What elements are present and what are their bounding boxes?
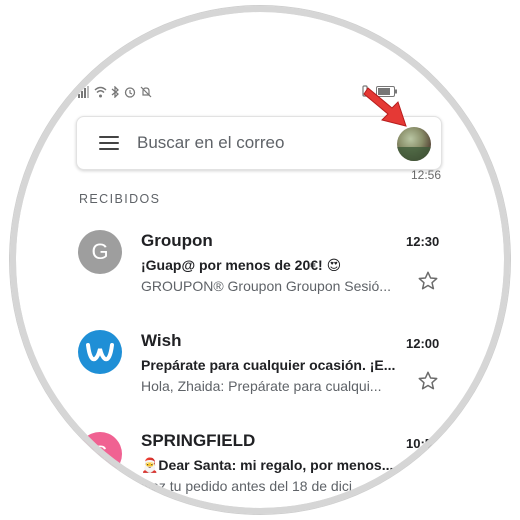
email-sender: Wish — [141, 331, 182, 350]
email-subject: ¡Guap@ por menos de 20€! 😍 — [141, 257, 342, 273]
status-time: 12:56 — [411, 168, 442, 182]
email-time: 12:00 — [406, 336, 440, 351]
email-row[interactable]: Wish 12:00 Prepárate para cualquier ocas… — [10, 328, 510, 428]
mute-icon — [140, 86, 152, 98]
section-label: RECIBIDOS — [79, 192, 161, 206]
sender-avatar[interactable]: S — [78, 432, 122, 476]
sender-avatar[interactable]: G — [78, 230, 122, 274]
menu-icon[interactable] — [99, 136, 119, 150]
email-time: 10:5 — [406, 436, 433, 451]
zoom-lens: 12:56 Buscar en el correo RECIBIDOS G Gr… — [10, 6, 510, 514]
account-avatar[interactable] — [397, 127, 431, 161]
avatar-letter: S — [92, 441, 108, 466]
status-bar: 12:56 — [10, 84, 510, 182]
email-snippet: Hola, Zhaida: Prepárate para cualqui... — [141, 378, 382, 394]
email-snippet: GROUPON® Groupon Groupon Sesió... — [141, 278, 391, 294]
phone-screen: 12:56 Buscar en el correo RECIBIDOS G Gr… — [0, 0, 520, 520]
search-input[interactable]: Buscar en el correo — [137, 133, 284, 153]
star-icon[interactable] — [417, 370, 439, 392]
wish-logo-icon — [86, 343, 114, 362]
star-icon[interactable] — [417, 270, 439, 292]
sender-avatar[interactable] — [78, 330, 122, 374]
status-left-icons — [78, 86, 152, 98]
avatar-letter: G — [91, 239, 109, 264]
email-time: 12:30 — [406, 234, 440, 249]
wifi-icon — [94, 86, 107, 98]
arrow-icon — [363, 87, 407, 127]
email-sender: SPRINGFIELD — [141, 431, 256, 450]
bluetooth-icon — [111, 86, 119, 98]
email-snippet: Haz tu pedido antes del 18 de dici... — [141, 478, 364, 494]
email-sender: Groupon — [141, 231, 213, 250]
alarm-icon — [124, 87, 136, 98]
email-row[interactable]: S SPRINGFIELD 10:5 🎅Dear Santa: mi regal… — [10, 428, 510, 514]
email-subject: 🎅Dear Santa: mi regalo, por menos... — [141, 457, 394, 473]
email-subject: Prepárate para cualquier ocasión. ¡E... — [141, 357, 396, 373]
email-row[interactable]: G Groupon 12:30 ¡Guap@ por menos de 20€!… — [10, 228, 510, 328]
signal-icon — [78, 86, 89, 98]
